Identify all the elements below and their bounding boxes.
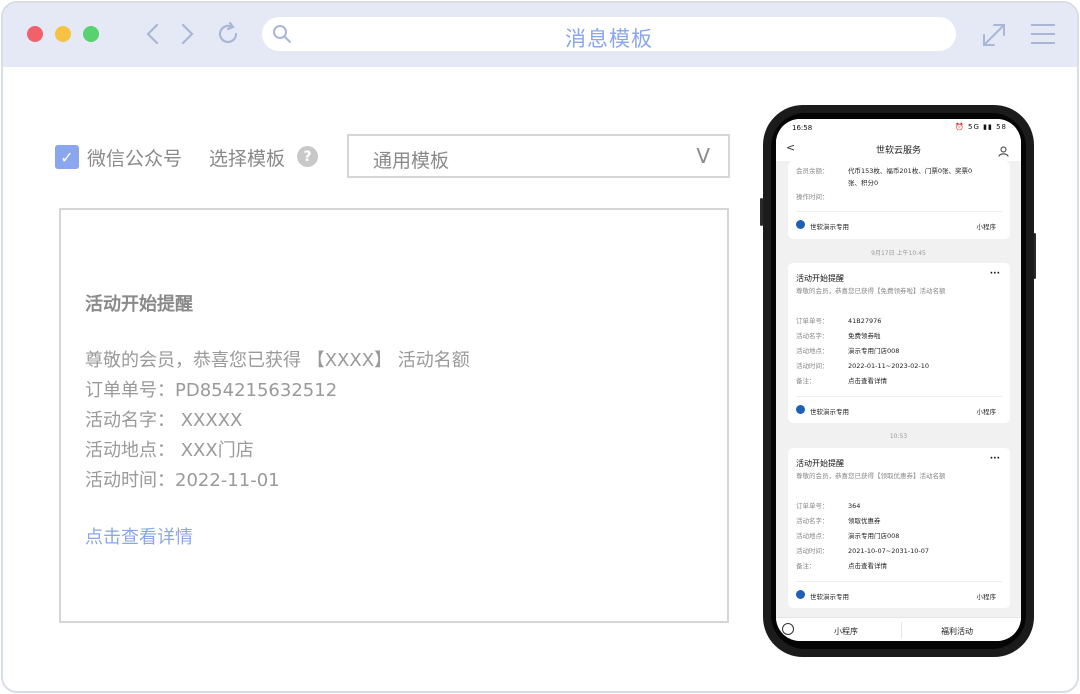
help-icon[interactable]: ?: [297, 146, 318, 167]
more-icon[interactable]: ···: [990, 269, 1000, 279]
phone-status-bar: 16:58 ⏰ 5G ▮▮ 58: [776, 119, 1021, 137]
brand-logo-icon: [796, 405, 805, 414]
status-time: 16:58: [792, 124, 813, 132]
phone-app-bar: < 世软云服务: [776, 137, 1021, 161]
keyboard-icon[interactable]: [782, 623, 794, 635]
bottom-tab-mini-program[interactable]: 小程序: [834, 626, 858, 637]
menu-icon[interactable]: [1029, 22, 1057, 50]
card-row: 备注： 点击查看详情: [796, 377, 887, 385]
address-bar[interactable]: 消息模板: [262, 17, 956, 51]
minimize-window-button[interactable]: [55, 26, 71, 42]
template-select-value: 通用模板: [373, 150, 450, 172]
maximize-window-button[interactable]: [83, 26, 99, 42]
preview-line: 活动名字： XXXXX: [85, 410, 243, 431]
message-card[interactable]: 活动开始提醒 ··· 尊敬的会员，恭喜您已获得【免费领券啦】活动名额 订单单号：…: [788, 263, 1010, 423]
card-subtitle: 尊敬的会员，恭喜您已获得【免费领券啦】活动名额: [796, 287, 946, 295]
card-row: 活动名字： 领取优惠券: [796, 517, 881, 525]
wechat-checkbox[interactable]: ✓: [55, 145, 79, 169]
preview-line: 活动地点： XXX门店: [85, 440, 254, 461]
card-title: 活动开始提醒: [796, 459, 844, 468]
card-title: 活动开始提醒: [796, 274, 844, 283]
chevron-down-icon: V: [696, 144, 710, 168]
bottom-tab-welfare[interactable]: 福利活动: [941, 626, 973, 637]
wechat-label: 微信公众号: [87, 148, 183, 170]
brand-logo-icon: [796, 590, 805, 599]
card-row: 活动时间： 2022-01-11~2023-02-10: [796, 362, 929, 370]
phone-screen: 16:58 ⏰ 5G ▮▮ 58 < 世软云服务 会员余额： 代币153枚、福币2…: [776, 119, 1021, 641]
message-timestamp: 9月17日 上午10:45: [871, 250, 926, 257]
message-card[interactable]: 活动开始提醒 ··· 尊敬的会员，恭喜您已获得【领取优惠券】活动名额 订单单号：…: [788, 448, 1010, 608]
status-icons: ⏰ 5G ▮▮ 58: [955, 123, 1007, 131]
card-row: 备注： 点击查看详情: [796, 562, 887, 570]
card-row: 会员余额： 代币153枚、福币201枚、门票0张、奖票0: [796, 167, 973, 175]
expand-icon[interactable]: [979, 20, 1009, 54]
card-row: 活动名字： 免费领券啦: [796, 332, 881, 340]
divider: [796, 396, 1002, 397]
phone-app-name: 世软云服务: [875, 146, 921, 156]
card-row: 订单单号： 364: [796, 502, 861, 510]
divider: [796, 211, 1002, 212]
forward-icon[interactable]: [173, 17, 203, 51]
phone-bottom-bar: 小程序 福利活动: [776, 617, 1021, 641]
back-icon[interactable]: [137, 17, 167, 51]
divider: [796, 581, 1002, 582]
preview-line: 订单单号：PD854215632512: [85, 380, 338, 401]
preview-line: 活动时间：2022-11-01: [85, 470, 280, 491]
title-bar: 消息模板: [3, 3, 1077, 67]
close-window-button[interactable]: [27, 26, 43, 42]
mini-program-link: 小程序: [976, 408, 997, 416]
user-icon[interactable]: [998, 142, 1009, 161]
card-row: 活动地点： 演示专用门店008: [796, 532, 900, 540]
card-footer[interactable]: 世软演示专用 小程序: [796, 216, 1002, 234]
card-row: 订单单号： 41B27976: [796, 317, 882, 325]
divider: [901, 622, 902, 638]
card-row: 活动时间： 2021-10-07~2031-10-07: [796, 547, 929, 555]
preview-title: 活动开始提醒: [85, 294, 193, 315]
brand-logo-icon: [796, 220, 805, 229]
message-timestamp: 10:53: [889, 433, 908, 440]
phone-mockup: 16:58 ⏰ 5G ▮▮ 58 < 世软云服务 会员余额： 代币153枚、福币2…: [763, 105, 1034, 657]
reload-icon[interactable]: [213, 17, 243, 51]
select-template-label: 选择模板: [209, 148, 286, 170]
card-subtitle: 尊敬的会员，恭喜您已获得【领取优惠券】活动名额: [796, 472, 946, 480]
message-card: 会员余额： 代币153枚、福币201枚、门票0张、奖票0 张、积分0 操作时间： …: [788, 161, 1010, 239]
card-row: 张、积分0: [848, 179, 879, 187]
more-icon[interactable]: ···: [990, 454, 1000, 464]
mini-program-link: 小程序: [976, 593, 997, 601]
view-details-link[interactable]: 点击查看详情: [85, 523, 193, 549]
preview-line: 尊敬的会员，恭喜您已获得 【XXXX】 活动名额: [85, 350, 470, 371]
page-title: 消息模板: [565, 27, 653, 51]
card-row: 活动地点： 演示专用门店008: [796, 347, 900, 355]
card-row: 操作时间：: [796, 193, 829, 201]
card-footer[interactable]: 世软演示专用 小程序: [796, 401, 1002, 419]
template-preview: 活动开始提醒 尊敬的会员，恭喜您已获得 【XXXX】 活动名额 订单单号：PD8…: [59, 208, 729, 623]
template-select[interactable]: 通用模板 V: [347, 134, 730, 178]
card-footer[interactable]: 世软演示专用 小程序: [796, 586, 1002, 604]
browser-window: 消息模板 ✓ 微信公众号 选择模板 ? 通用模板 V 活动开始提醒 尊敬的会员，…: [1, 1, 1079, 693]
mini-program-link: 小程序: [976, 223, 997, 231]
